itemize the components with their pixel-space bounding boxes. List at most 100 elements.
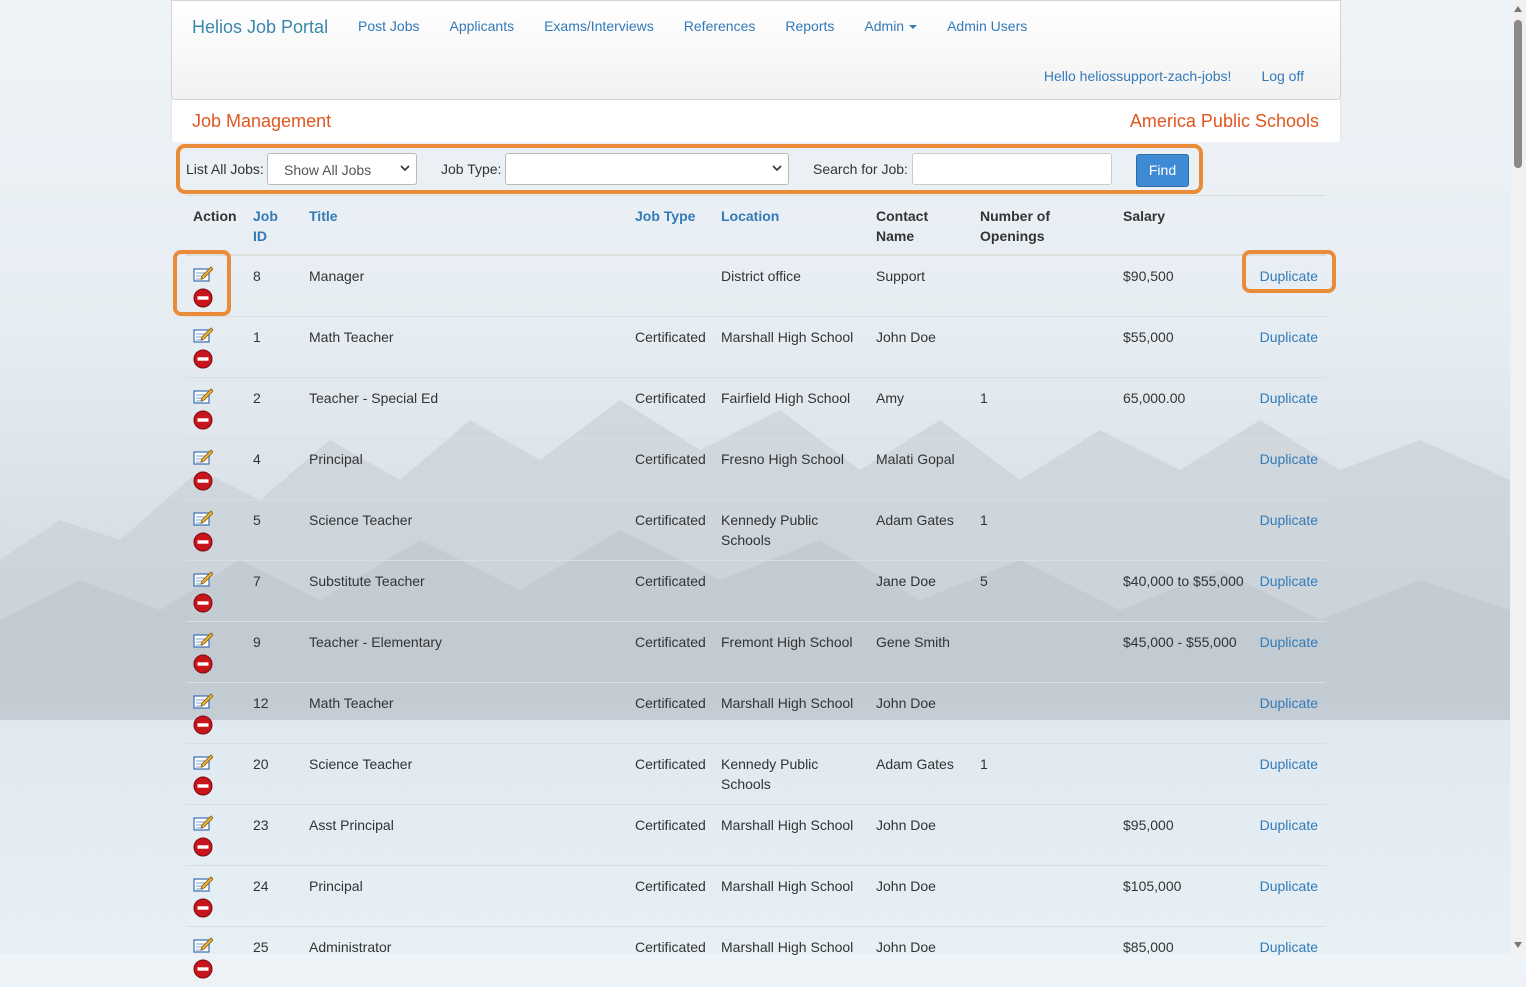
- job-type-cell: Certificated: [628, 866, 714, 927]
- nav-admin-dropdown[interactable]: Admin: [864, 18, 917, 34]
- filter-bar: List All Jobs: Show All Jobs Job Type: S…: [176, 144, 1203, 194]
- job-id-cell: 25: [246, 927, 302, 987]
- delete-icon[interactable]: [193, 898, 213, 918]
- table-row: 5Science TeacherCertificatedKennedy Publ…: [186, 500, 1326, 561]
- openings-cell: [973, 805, 1116, 866]
- title-cell: Principal: [302, 439, 628, 500]
- contact-cell: John Doe: [869, 683, 973, 744]
- salary-cell: [1116, 683, 1251, 744]
- edit-icon[interactable]: [193, 815, 213, 831]
- title-cell: Manager: [302, 255, 628, 317]
- logoff-link[interactable]: Log off: [1261, 68, 1304, 84]
- delete-icon[interactable]: [193, 349, 213, 369]
- delete-icon[interactable]: [193, 959, 213, 979]
- nav-post-jobs[interactable]: Post Jobs: [358, 18, 419, 34]
- jobs-table-wrapper: Action Job ID Title Job Type Location Co…: [186, 195, 1326, 987]
- edit-icon[interactable]: [193, 510, 213, 526]
- delete-icon[interactable]: [193, 471, 213, 491]
- location-cell: Marshall High School: [714, 927, 869, 987]
- nav-admin-users[interactable]: Admin Users: [947, 18, 1027, 34]
- location-cell: Marshall High School: [714, 683, 869, 744]
- user-nav: Hello heliossupport-zach-jobs! Log off: [1044, 68, 1304, 84]
- salary-cell: [1116, 500, 1251, 561]
- edit-icon[interactable]: [193, 876, 213, 892]
- duplicate-link[interactable]: Duplicate: [1251, 683, 1326, 744]
- action-cell: [186, 683, 246, 744]
- title-cell: Principal: [302, 866, 628, 927]
- chevron-down-icon: [399, 162, 411, 174]
- title-cell: Math Teacher: [302, 683, 628, 744]
- contact-cell: Support: [869, 255, 973, 317]
- duplicate-link[interactable]: Duplicate: [1251, 561, 1326, 622]
- duplicate-link[interactable]: Duplicate: [1251, 927, 1326, 987]
- edit-icon[interactable]: [193, 693, 213, 709]
- duplicate-link[interactable]: Duplicate: [1251, 744, 1326, 805]
- job-type-cell: Certificated: [628, 805, 714, 866]
- openings-cell: [973, 622, 1116, 683]
- nav-applicants[interactable]: Applicants: [449, 18, 514, 34]
- openings-cell: 1: [973, 744, 1116, 805]
- delete-icon[interactable]: [193, 532, 213, 552]
- edit-icon[interactable]: [193, 571, 213, 587]
- duplicate-link[interactable]: Duplicate: [1251, 622, 1326, 683]
- header-location[interactable]: Location: [714, 196, 869, 256]
- edit-icon[interactable]: [193, 327, 213, 343]
- action-cell: [186, 561, 246, 622]
- list-jobs-value: Show All Jobs: [284, 162, 371, 178]
- duplicate-link[interactable]: Duplicate: [1251, 866, 1326, 927]
- edit-icon[interactable]: [193, 388, 213, 404]
- edit-icon[interactable]: [193, 754, 213, 770]
- highlight-duplicate-link: [1242, 250, 1336, 293]
- greeting-link[interactable]: Hello heliossupport-zach-jobs!: [1044, 68, 1232, 84]
- job-type-cell: Certificated: [628, 500, 714, 561]
- header-title[interactable]: Title: [302, 196, 628, 256]
- duplicate-link[interactable]: Duplicate: [1251, 317, 1326, 378]
- job-type-select[interactable]: [505, 153, 789, 185]
- title-cell: Math Teacher: [302, 317, 628, 378]
- duplicate-link[interactable]: Duplicate: [1251, 439, 1326, 500]
- delete-icon[interactable]: [193, 776, 213, 796]
- duplicate-link[interactable]: Duplicate: [1251, 805, 1326, 866]
- title-cell: Teacher - Special Ed: [302, 378, 628, 439]
- scroll-thumb[interactable]: [1514, 20, 1522, 168]
- location-cell: Marshall High School: [714, 805, 869, 866]
- vertical-scrollbar[interactable]: [1510, 0, 1526, 954]
- delete-icon[interactable]: [193, 410, 213, 430]
- location-cell: District office: [714, 255, 869, 317]
- openings-cell: [973, 866, 1116, 927]
- title-cell: Asst Principal: [302, 805, 628, 866]
- header-job-type[interactable]: Job Type: [628, 196, 714, 256]
- nav-reports[interactable]: Reports: [785, 18, 834, 34]
- location-cell: Fresno High School: [714, 439, 869, 500]
- job-type-cell: Certificated: [628, 439, 714, 500]
- brand-link[interactable]: Helios Job Portal: [192, 17, 328, 38]
- location-cell: Fairfield High School: [714, 378, 869, 439]
- edit-icon[interactable]: [193, 632, 213, 648]
- openings-cell: 5: [973, 561, 1116, 622]
- title-bar: Job Management America Public Schools: [171, 100, 1341, 142]
- contact-cell: Malati Gopal: [869, 439, 973, 500]
- contact-cell: Adam Gates: [869, 744, 973, 805]
- edit-icon[interactable]: [193, 937, 213, 953]
- search-job-input[interactable]: [912, 153, 1112, 185]
- job-id-cell: 7: [246, 561, 302, 622]
- list-jobs-select[interactable]: Show All Jobs: [267, 153, 417, 185]
- delete-icon[interactable]: [193, 837, 213, 857]
- duplicate-link[interactable]: Duplicate: [1251, 378, 1326, 439]
- table-row: 24PrincipalCertificatedMarshall High Sch…: [186, 866, 1326, 927]
- table-row: 9Teacher - ElementaryCertificatedFremont…: [186, 622, 1326, 683]
- duplicate-link[interactable]: Duplicate: [1251, 500, 1326, 561]
- delete-icon[interactable]: [193, 593, 213, 613]
- delete-icon[interactable]: [193, 654, 213, 674]
- delete-icon[interactable]: [193, 715, 213, 735]
- find-button[interactable]: Find: [1136, 154, 1189, 187]
- nav-references[interactable]: References: [684, 18, 756, 34]
- openings-cell: [973, 255, 1116, 317]
- scroll-up-arrow-icon[interactable]: [1514, 6, 1522, 12]
- scroll-down-arrow-icon[interactable]: [1514, 942, 1522, 948]
- nav-exams-interviews[interactable]: Exams/Interviews: [544, 18, 654, 34]
- header-job-id[interactable]: Job ID: [246, 196, 302, 256]
- table-row: 25AdministratorCertificatedMarshall High…: [186, 927, 1326, 987]
- action-cell: [186, 744, 246, 805]
- edit-icon[interactable]: [193, 449, 213, 465]
